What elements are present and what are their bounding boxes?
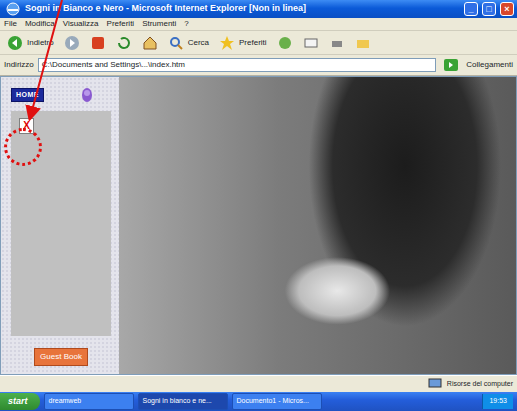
clock: 19:53 <box>482 394 513 409</box>
window-title: Sogni in Bianco e Nero - Microsoft Inter… <box>25 2 460 16</box>
close-button[interactable]: × <box>500 2 514 16</box>
toolbar-button[interactable]: Cerca <box>165 34 212 52</box>
toolbar-button[interactable] <box>61 34 83 52</box>
print-icon <box>329 35 345 51</box>
menu-item[interactable]: Preferiti <box>107 18 135 30</box>
maximize-button[interactable]: □ <box>482 2 496 16</box>
home-icon <box>142 35 158 51</box>
toolbar-button[interactable] <box>113 34 135 52</box>
links-label[interactable]: Collegamenti <box>466 59 513 71</box>
page-content: HOME X Guest Book <box>0 76 517 375</box>
sidebar-header: HOME <box>11 87 111 103</box>
menu-item[interactable]: File <box>4 18 17 30</box>
forward-icon <box>64 35 80 51</box>
toolbar-button[interactable] <box>139 34 161 52</box>
toolbar-button[interactable]: Preferiti <box>216 34 270 52</box>
purple-figure-icon <box>79 87 95 103</box>
refresh-icon <box>116 35 132 51</box>
back-icon <box>7 35 23 51</box>
taskbar: startdreamwebSogni in bianco e ne...Docu… <box>0 392 517 411</box>
title-bar: Sogni in Bianco e Nero - Microsoft Inter… <box>0 0 517 18</box>
toolbar-label: Cerca <box>188 37 209 49</box>
menu-bar: File Modifica Visualizza Preferiti Strumenti… <box>0 18 517 31</box>
stop-icon <box>90 35 106 51</box>
menu-item[interactable]: Strumenti <box>142 18 176 30</box>
favorites-icon <box>219 35 235 51</box>
annotation-circle <box>4 128 42 166</box>
address-field[interactable]: C:\Documents and Settings\...\index.htm <box>38 58 437 72</box>
toolbar-button[interactable] <box>352 34 374 52</box>
status-zone: Risorse del computer <box>447 379 513 390</box>
address-bar: Indirizzo C:\Documents and Settings\...\i… <box>0 55 517 76</box>
taskbar-task[interactable]: dreamweb <box>44 393 134 410</box>
sidebar: HOME X Guest Book <box>1 77 119 374</box>
toolbar-button[interactable]: Indietro <box>4 34 57 52</box>
toolbar: Indietro Cerca Preferiti <box>0 31 517 55</box>
toolbar-label: Indietro <box>27 37 54 49</box>
toolbar-button[interactable] <box>274 34 296 52</box>
toolbar-button[interactable] <box>87 34 109 52</box>
go-icon <box>443 57 459 73</box>
status-bar: Risorse del computer <box>0 375 517 392</box>
toolbar-label: Preferiti <box>239 37 267 49</box>
toolbar-button[interactable] <box>300 34 322 52</box>
folder-icon <box>355 35 371 51</box>
taskbar-task[interactable]: Documento1 - Micros... <box>232 393 322 410</box>
ie-icon <box>5 1 21 17</box>
home-logo[interactable]: HOME <box>11 88 44 103</box>
grey-panel: X <box>11 111 111 336</box>
menu-item[interactable]: Visualizza <box>63 18 99 30</box>
menu-item[interactable]: Modifica <box>25 18 55 30</box>
menu-item[interactable]: ? <box>184 18 188 30</box>
button-row: Guest Book <box>11 344 111 366</box>
go-button[interactable] <box>440 56 462 74</box>
computer-icon <box>427 376 443 392</box>
annotation-arrow-icon <box>0 0 517 411</box>
guest-book-button[interactable]: Guest Book <box>34 348 88 366</box>
start-button[interactable]: start <box>0 393 40 411</box>
taskbar-task[interactable]: Sogni in bianco e ne... <box>138 393 228 410</box>
toolbar-button[interactable] <box>326 34 348 52</box>
broken-image: X <box>19 118 34 134</box>
photo <box>119 77 516 374</box>
history-icon <box>277 35 293 51</box>
address-label: Indirizzo <box>4 59 34 71</box>
minimize-button[interactable]: _ <box>464 2 478 16</box>
mail-icon <box>303 35 319 51</box>
search-icon <box>168 35 184 51</box>
